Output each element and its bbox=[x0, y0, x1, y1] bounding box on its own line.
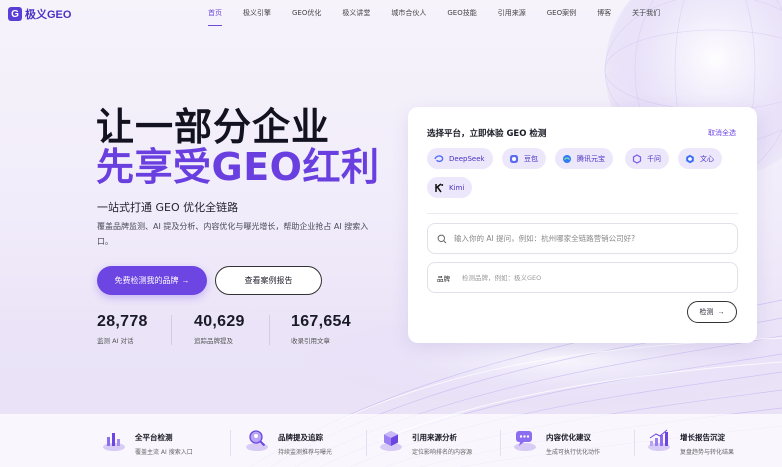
kimi-icon bbox=[434, 182, 444, 193]
card-divider bbox=[427, 213, 738, 214]
platform-chip-label: 文心 bbox=[700, 154, 714, 163]
brand-field[interactable]: 品牌 bbox=[427, 262, 738, 293]
feature-desc: 生成可执行优化动作 bbox=[546, 449, 601, 456]
arrow-right-icon: → bbox=[181, 276, 190, 285]
platform-chip-deepseek[interactable]: DeepSeek bbox=[427, 148, 493, 169]
nav-link-engine[interactable]: 极义引擎 bbox=[243, 0, 271, 28]
cube-stack-icon bbox=[380, 431, 402, 451]
nav-link-home[interactable]: 首页 bbox=[208, 0, 222, 28]
feature-title: 引用来源分析 bbox=[412, 433, 457, 442]
platform-chip-doubao[interactable]: 豆包 bbox=[502, 148, 546, 169]
view-case-report-button[interactable]: 查看案例报告 bbox=[215, 266, 322, 295]
stat-value: 28,778 bbox=[97, 313, 148, 330]
nav-link-city-partner[interactable]: 城市合伙人 bbox=[391, 0, 426, 28]
brand-input[interactable] bbox=[462, 273, 702, 282]
logo-mark: G bbox=[8, 7, 22, 21]
platform-chip-label: 腾讯元宝 bbox=[577, 154, 605, 163]
platform-chip-kimi[interactable]: Kimi bbox=[427, 177, 473, 198]
chart-platform-icon bbox=[103, 433, 125, 451]
stat-brand-mentions: 40,629 追踪品牌提及 bbox=[171, 313, 291, 345]
platform-chip-label: Kimi bbox=[449, 183, 465, 192]
ai-query-field[interactable] bbox=[427, 223, 738, 254]
nav-link-blog[interactable]: 博客 bbox=[597, 0, 611, 28]
stat-divider bbox=[171, 315, 172, 345]
hero-title-line1: 让一部分企业 bbox=[96, 105, 331, 149]
stat-value: 40,629 bbox=[194, 313, 245, 330]
platform-chip-label: 豆包 bbox=[524, 154, 538, 163]
feature-item: 内容优化建议 生成可执行优化动作 bbox=[512, 428, 600, 456]
stat-divider bbox=[269, 315, 270, 345]
search-icon bbox=[437, 229, 447, 248]
feature-item: 引用来源分析 定位影响排名的内容源 bbox=[378, 428, 472, 456]
nav-link-about[interactable]: 关于我们 bbox=[632, 0, 660, 28]
wenxin-icon bbox=[685, 154, 695, 164]
feature-desc: 定位影响排名的内容源 bbox=[412, 449, 473, 456]
nav-link-geo-optimization[interactable]: GEO优化 bbox=[292, 0, 321, 28]
detect-button[interactable]: 检测 → bbox=[687, 301, 737, 323]
hero-title-line2: 先享受GEO红利 bbox=[96, 145, 380, 189]
view-case-report-label: 查看案例报告 bbox=[244, 276, 293, 285]
feature-desc: 覆盖主流 AI 搜索入口 bbox=[135, 449, 193, 456]
deepseek-icon bbox=[434, 154, 444, 164]
feature-divider bbox=[230, 430, 231, 456]
stat-ai-conversations: 28,778 监测 AI 对话 bbox=[97, 313, 194, 345]
nav-link-geo-cases[interactable]: GEO案例 bbox=[547, 0, 576, 28]
feature-divider bbox=[366, 430, 367, 456]
platform-chip-yuanbao[interactable]: 腾讯元宝 bbox=[555, 148, 613, 169]
card-title: 选择平台，立即体验 GEO 检测 bbox=[427, 129, 547, 139]
feature-title: 内容优化建议 bbox=[546, 433, 591, 442]
platform-chip-wenxin[interactable]: 文心 bbox=[678, 148, 722, 169]
feature-divider bbox=[500, 430, 501, 456]
growth-bars-icon bbox=[648, 429, 670, 451]
platform-chip-label: 千问 bbox=[647, 154, 661, 163]
platform-chip-qianwen[interactable]: 千问 bbox=[625, 148, 669, 169]
feature-item: 增长报告沉淀 复盘趋势与转化结果 bbox=[646, 428, 734, 456]
arrow-right-icon: → bbox=[717, 308, 725, 316]
platform-chip-label: DeepSeek bbox=[449, 154, 485, 163]
feature-desc: 复盘趋势与转化结果 bbox=[680, 449, 735, 456]
doubao-icon bbox=[509, 154, 519, 164]
feature-divider bbox=[634, 430, 635, 456]
brand-label: 品牌 bbox=[437, 274, 450, 283]
hero-subtitle: 一站式打通 GEO 优化全链路 bbox=[97, 201, 239, 214]
yuanbao-icon bbox=[562, 154, 572, 164]
nav-links: 首页 极义引擎 GEO优化 极义讲堂 城市合伙人 GEO技能 引用来源 GEO案… bbox=[208, 0, 681, 28]
stat-cited-articles: 167,654 收录引用文章 bbox=[269, 313, 381, 345]
feature-item: 全平台检测 覆盖主流 AI 搜索入口 bbox=[101, 428, 193, 456]
detect-button-label: 检测 bbox=[699, 309, 714, 316]
nav-link-lectures[interactable]: 极义讲堂 bbox=[342, 0, 370, 28]
nav-link-citation-sources[interactable]: 引用来源 bbox=[498, 0, 526, 28]
feature-strip: 全平台检测 覆盖主流 AI 搜索入口 品牌提及追踪 持续监测推荐与曝光 引用来源… bbox=[0, 414, 782, 467]
free-detect-button-label: 免费检测我的品牌 bbox=[114, 276, 179, 285]
magnifier-person-icon bbox=[246, 430, 268, 451]
stat-value: 167,654 bbox=[291, 313, 351, 330]
qianwen-icon bbox=[632, 153, 642, 164]
ai-query-input[interactable] bbox=[454, 234, 724, 243]
top-nav: G 极义GEO 首页 极义引擎 GEO优化 极义讲堂 城市合伙人 GEO技能 引… bbox=[0, 0, 782, 28]
feature-desc: 持续监测推荐与曝光 bbox=[278, 449, 333, 456]
logo-text: 极义GEO bbox=[25, 9, 72, 21]
free-detect-button[interactable]: 免费检测我的品牌 → bbox=[97, 266, 207, 295]
chat-bubble-icon bbox=[514, 431, 536, 451]
feature-title: 全平台检测 bbox=[135, 433, 173, 442]
hero-description: 覆盖品牌监测、AI 提及分析、内容优化与曝光增长，帮助企业抢占 AI 搜索入口。 bbox=[97, 222, 369, 246]
logo[interactable]: G 极义GEO bbox=[8, 6, 71, 22]
stats-row: 28,778 监测 AI 对话 40,629 追踪品牌提及 167,654 收录… bbox=[97, 313, 381, 345]
stat-label: 监测 AI 对话 bbox=[97, 337, 134, 345]
stat-label: 收录引用文章 bbox=[291, 337, 330, 345]
feature-item: 品牌提及追踪 持续监测推荐与曝光 bbox=[244, 428, 332, 456]
nav-link-geo-skills[interactable]: GEO技能 bbox=[447, 0, 476, 28]
feature-title: 品牌提及追踪 bbox=[278, 433, 323, 442]
geo-detect-card: 选择平台，立即体验 GEO 检测 取消全选 DeepSeek 豆包 腾讯元宝 千… bbox=[408, 107, 757, 343]
feature-title: 增长报告沉淀 bbox=[680, 433, 725, 442]
deselect-all-link[interactable]: 取消全选 bbox=[708, 128, 736, 138]
stat-label: 追踪品牌提及 bbox=[194, 337, 233, 345]
